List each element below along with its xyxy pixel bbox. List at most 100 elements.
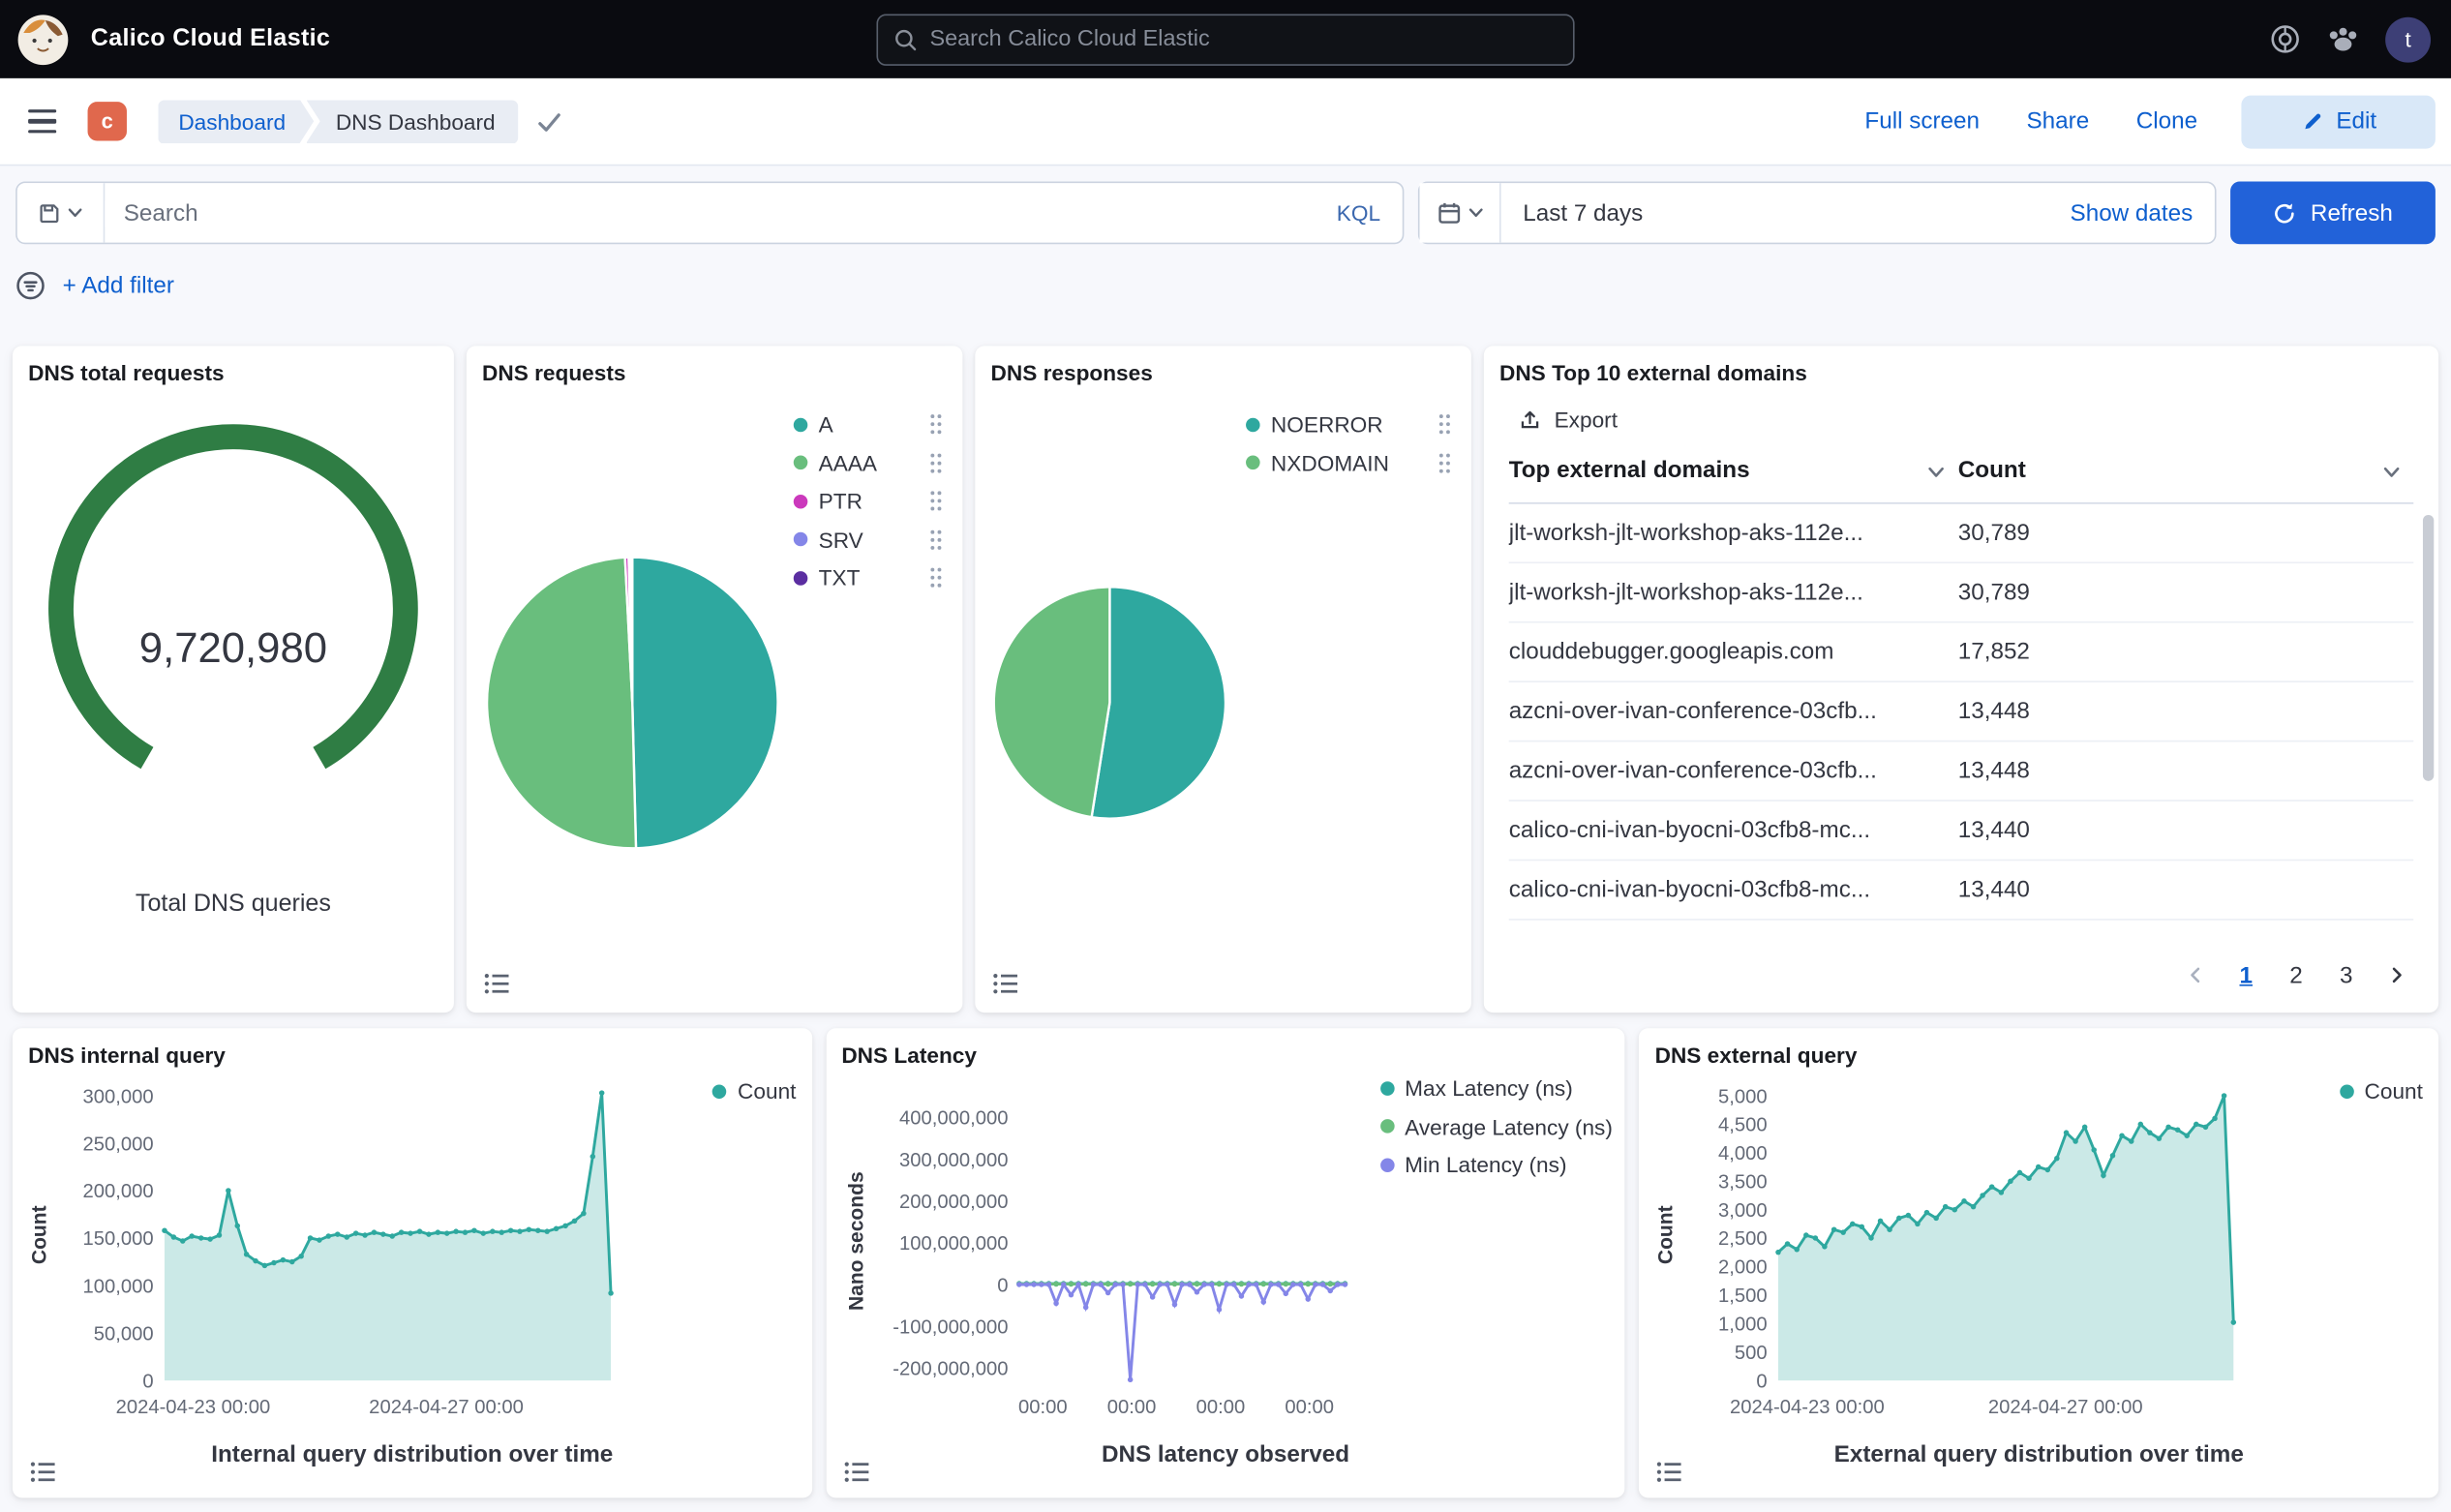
export-button[interactable]: Export	[1518, 407, 1618, 432]
legend-item[interactable]: NXDOMAIN	[1246, 443, 1452, 482]
legend-item[interactable]: A	[794, 406, 944, 444]
next-page-icon[interactable]	[2375, 953, 2416, 997]
saved-query-menu-button[interactable]	[17, 183, 106, 242]
legend-dot	[794, 571, 808, 586]
search-input[interactable]	[105, 199, 1315, 226]
page-button[interactable]: 1	[2225, 953, 2266, 997]
add-filter-button[interactable]: + Add filter	[63, 272, 174, 298]
save-icon	[38, 201, 61, 225]
breadcrumb: Dashboard DNS Dashboard	[158, 100, 519, 143]
legend-list-icon[interactable]	[26, 1457, 61, 1487]
dashboard-row-1: DNS total requests 9,720,980 Total DNS q…	[13, 346, 2438, 1013]
scrollbar[interactable]	[2423, 515, 2434, 781]
y-axis-title: Count	[27, 1205, 50, 1264]
page-button[interactable]: 2	[2276, 953, 2316, 997]
panel-dns-requests: DNS requests AAAAAPTRSRVTXT	[467, 346, 963, 1013]
calendar-menu-button[interactable]	[1420, 183, 1501, 242]
filter-icon[interactable]	[15, 270, 45, 300]
share-button[interactable]: Share	[2027, 108, 2090, 135]
legend-label: PTR	[819, 489, 862, 514]
global-search[interactable]	[876, 14, 1574, 65]
pagination: 123	[2175, 953, 2416, 997]
count-cell: 30,789	[1958, 579, 2414, 605]
legend-item[interactable]: Count	[712, 1073, 796, 1111]
kql-toggle[interactable]: KQL	[1315, 200, 1403, 226]
legend-dot	[2340, 1084, 2354, 1099]
legend-label: SRV	[819, 527, 863, 552]
drag-handle-icon[interactable]	[916, 529, 944, 551]
sort-chevron-icon[interactable]	[1926, 463, 1957, 478]
legend-list-icon[interactable]	[989, 969, 1024, 999]
drag-handle-icon[interactable]	[1424, 452, 1452, 474]
refresh-icon	[2273, 201, 2296, 225]
domain-cell: jlt-worksh-jlt-workshop-aks-112e...	[1509, 520, 1958, 546]
svg-text:250,000: 250,000	[83, 1134, 154, 1155]
legend: AAAAAPTRSRVTXT	[794, 406, 944, 597]
legend-dot	[1246, 456, 1260, 470]
drag-handle-icon[interactable]	[1424, 413, 1452, 436]
edit-button[interactable]: Edit	[2241, 95, 2435, 148]
legend-item[interactable]: AAAA	[794, 443, 944, 482]
svg-text:00:00: 00:00	[1106, 1397, 1156, 1418]
drag-handle-icon[interactable]	[916, 490, 944, 512]
menu-icon[interactable]	[25, 104, 60, 139]
calendar-icon	[1437, 200, 1462, 226]
column-header-count[interactable]: Count	[1958, 457, 2026, 483]
legend: Count	[2340, 1073, 2423, 1111]
legend-item[interactable]: NOERROR	[1246, 406, 1452, 444]
legend: Max Latency (ns)Average Latency (ns)Min …	[1379, 1069, 1613, 1184]
drag-handle-icon[interactable]	[916, 567, 944, 590]
svg-text:2,500: 2,500	[1719, 1228, 1769, 1250]
show-dates-button[interactable]: Show dates	[2071, 199, 2215, 226]
previous-page-icon[interactable]	[2175, 953, 2216, 997]
panel-title: DNS external query	[1639, 1028, 2438, 1067]
legend-item[interactable]: PTR	[794, 482, 944, 521]
time-range-value[interactable]: Last 7 days	[1501, 199, 1665, 226]
legend: Count	[712, 1073, 796, 1111]
refresh-button[interactable]: Refresh	[2230, 182, 2436, 245]
page-button[interactable]: 3	[2326, 953, 2367, 997]
x-axis-title: Internal query distribution over time	[13, 1441, 812, 1467]
global-search-input[interactable]	[929, 26, 1557, 51]
count-cell: 13,448	[1958, 698, 2414, 724]
drag-handle-icon[interactable]	[916, 413, 944, 436]
edit-button-label: Edit	[2336, 108, 2376, 135]
svg-text:3,500: 3,500	[1719, 1172, 1769, 1194]
legend-label: TXT	[819, 565, 861, 590]
svg-text:100,000: 100,000	[83, 1276, 154, 1297]
legend-item[interactable]: Count	[2340, 1073, 2423, 1111]
table-header: Top external domains Count	[1509, 438, 2414, 504]
search-icon	[893, 27, 917, 50]
app-title: Calico Cloud Elastic	[91, 25, 330, 53]
legend-list-icon[interactable]	[840, 1457, 875, 1487]
column-header-domains[interactable]: Top external domains	[1509, 457, 1750, 483]
panel-dns-latency: DNS Latency Nano seconds 400,000,000300,…	[826, 1028, 1625, 1497]
legend-dot	[794, 495, 808, 509]
calico-logo[interactable]	[17, 14, 69, 65]
pencil-icon	[2300, 109, 2323, 133]
full-screen-button[interactable]: Full screen	[1864, 108, 1980, 135]
legend-dot	[1379, 1119, 1394, 1134]
legend-item[interactable]: TXT	[794, 559, 944, 597]
user-avatar[interactable]: t	[2385, 16, 2431, 62]
legend-item[interactable]: SRV	[794, 521, 944, 559]
legend-item[interactable]: Min Latency (ns)	[1379, 1146, 1613, 1185]
legend-list-icon[interactable]	[1653, 1457, 1688, 1487]
legend-item[interactable]: Max Latency (ns)	[1379, 1069, 1613, 1107]
help-icon[interactable]	[2270, 23, 2301, 54]
clone-button[interactable]: Clone	[2136, 108, 2197, 135]
legend-item[interactable]: Average Latency (ns)	[1379, 1107, 1613, 1146]
drag-handle-icon[interactable]	[916, 452, 944, 474]
count-cell: 13,440	[1958, 817, 2414, 843]
legend-list-icon[interactable]	[480, 969, 515, 999]
sort-chevron-icon[interactable]	[2382, 463, 2413, 478]
legend-label: Count	[2365, 1078, 2423, 1104]
legend-label: AAAA	[819, 450, 877, 475]
svg-text:2,000: 2,000	[1719, 1257, 1769, 1279]
breadcrumb-dashboard[interactable]: Dashboard	[158, 100, 314, 143]
legend-label: NXDOMAIN	[1271, 450, 1389, 475]
paw-icon[interactable]	[2327, 23, 2358, 54]
space-avatar[interactable]: c	[88, 102, 127, 140]
svg-text:4,000: 4,000	[1719, 1143, 1769, 1164]
panel-title: DNS responses	[975, 346, 1471, 384]
